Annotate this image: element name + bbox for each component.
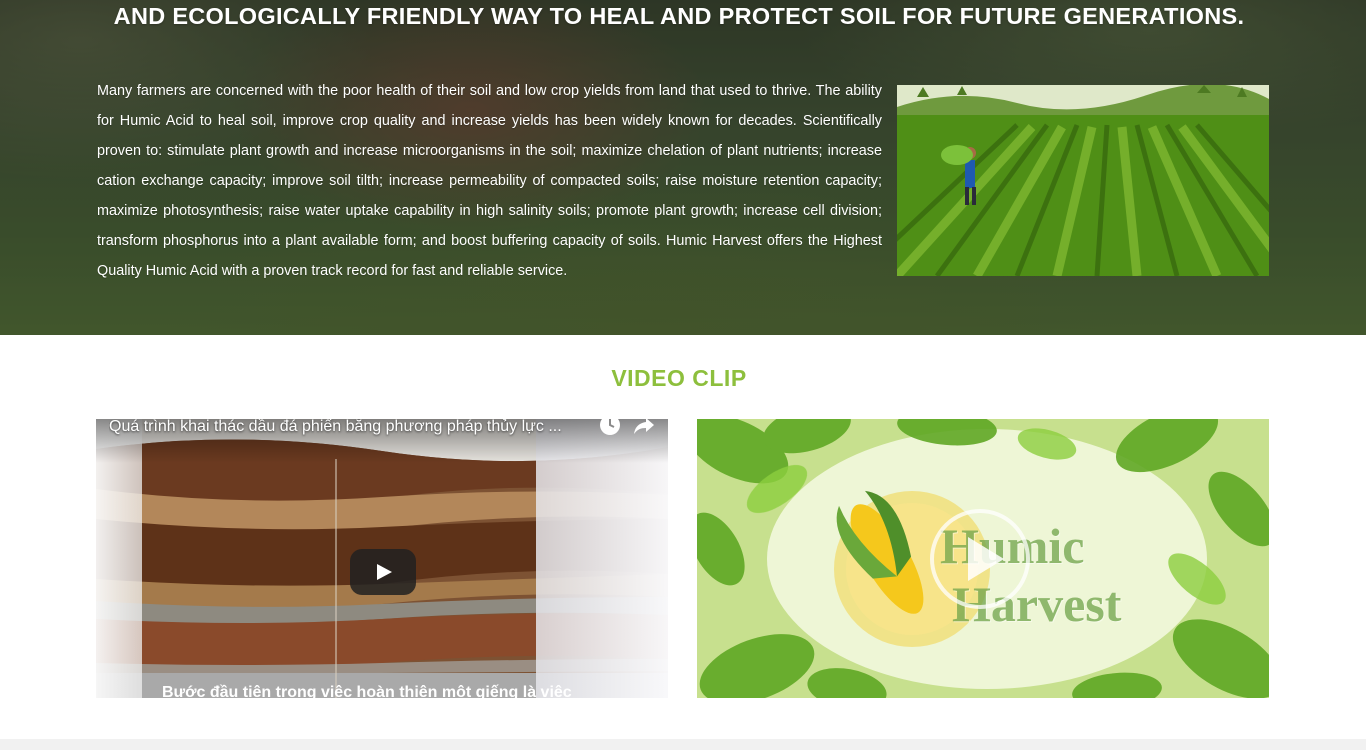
hero-description: Many farmers are concerned with the poor… [97,83,882,279]
clock-icon[interactable] [598,419,622,437]
play-circle-icon[interactable] [930,509,1030,609]
video-player-1[interactable]: Quá trình khai thác dầu đá phiến bằng ph… [96,419,668,698]
video-subtitle-caption: Bước đầu tiên trong việc hoàn thiện một … [162,684,572,698]
youtube-play-icon[interactable] [350,549,416,595]
hero-section: AND ECOLOGICALLY FRIENDLY WAY TO HEAL AN… [0,0,1366,335]
hero-title: AND ECOLOGICALLY FRIENDLY WAY TO HEAL AN… [113,3,1245,29]
share-icon[interactable] [632,419,656,437]
farm-field-photo [897,85,1269,276]
video-section-heading: VIDEO CLIP [611,365,747,391]
footer-strip [0,739,1366,750]
video-title[interactable]: Quá trình khai thác dầu đá phiến bằng ph… [109,419,589,439]
video-player-2[interactable]: Humic Harvest [697,419,1269,698]
